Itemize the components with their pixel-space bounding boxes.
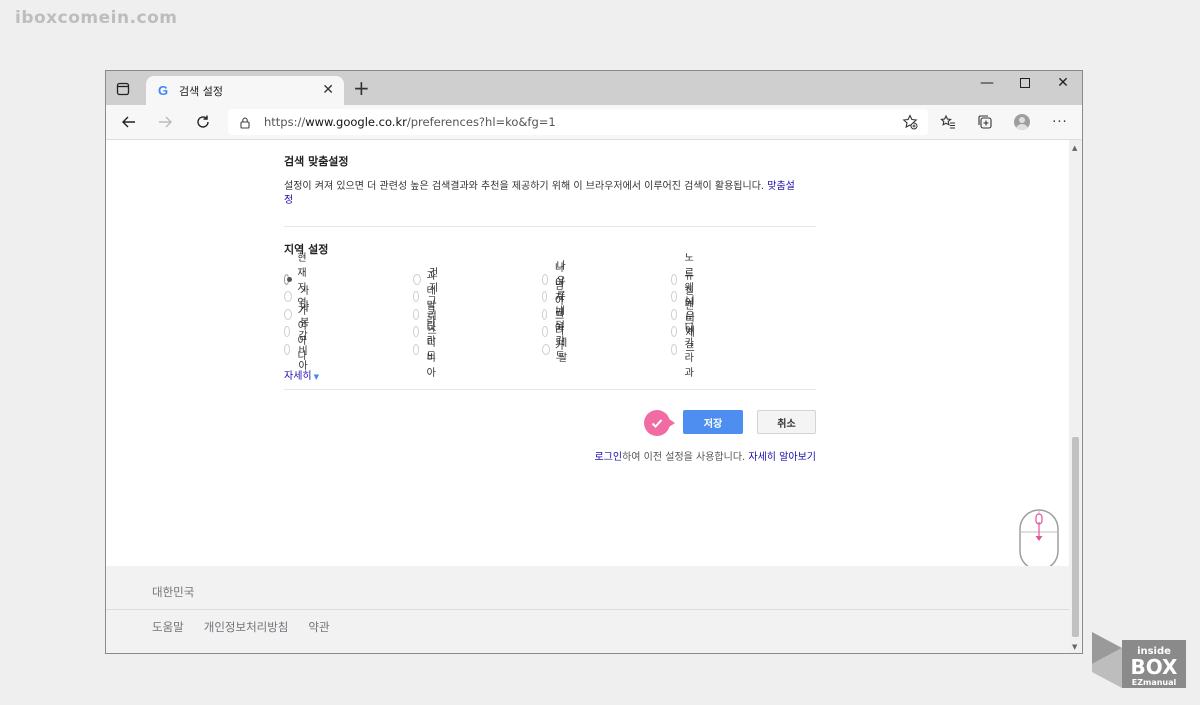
url-text[interactable]: https://www.google.co.kr/preferences?hl=… xyxy=(264,115,556,129)
region-radio[interactable] xyxy=(284,291,292,302)
region-option[interactable]: 네팔 xyxy=(542,338,570,364)
personalization-description: 설정이 켜져 있으면 더 관련성 높은 검색결과와 추천을 제공하기 위해 이 … xyxy=(284,181,795,206)
region-radio[interactable] xyxy=(413,343,419,355)
region-radio[interactable] xyxy=(413,273,421,285)
svg-text:EZmanual: EZmanual xyxy=(1132,678,1177,687)
maximize-button[interactable] xyxy=(1006,71,1044,95)
scroll-up-icon[interactable]: ▲ xyxy=(1072,144,1077,152)
region-radio[interactable] xyxy=(542,326,548,337)
personalization-heading: 검색 맞춤설정 xyxy=(284,155,349,168)
region-radio[interactable] xyxy=(413,308,420,320)
svg-text:BOX: BOX xyxy=(1131,655,1179,679)
forward-icon[interactable] xyxy=(154,111,176,133)
title-bar: G 검색 설정 ✕ + — ✕ xyxy=(106,71,1082,105)
region-more-link[interactable]: 자세히 ▼ xyxy=(284,367,319,382)
footer-link[interactable]: 약관 xyxy=(308,619,329,635)
section-divider-2 xyxy=(284,389,816,390)
tab-title: 검색 설정 xyxy=(179,84,223,98)
minimize-button[interactable]: — xyxy=(968,71,1006,95)
scrollbar-thumb[interactable] xyxy=(1072,437,1079,637)
region-radio[interactable] xyxy=(284,343,291,355)
region-label: 감비아 xyxy=(298,330,308,372)
login-note: 로그인하여 이전 설정을 사용합니다. 자세히 알아보기 xyxy=(594,452,816,463)
region-option[interactable]: 감비아 xyxy=(284,331,312,372)
region-radio[interactable] xyxy=(542,291,547,302)
region-radio[interactable] xyxy=(284,308,292,320)
region-radio[interactable] xyxy=(542,343,550,355)
region-label: 네팔 xyxy=(557,338,568,364)
browser-window: G 검색 설정 ✕ + — ✕ https://www.google.co.kr… xyxy=(105,70,1083,654)
region-label: 나미비아 xyxy=(426,323,436,379)
tab-actions-icon[interactable] xyxy=(116,81,130,96)
footer-links: 도움말 개인정보처리방침 약관 xyxy=(152,619,330,635)
lock-icon[interactable] xyxy=(238,115,252,129)
region-radio[interactable] xyxy=(671,326,678,337)
region-option[interactable]: 나미비아 xyxy=(413,323,441,379)
site-watermark: iboxcomein.com xyxy=(15,8,178,28)
footer-link[interactable]: 개인정보처리방침 xyxy=(204,619,289,635)
browser-tab[interactable]: G 검색 설정 ✕ xyxy=(146,76,344,105)
check-badge-icon xyxy=(644,410,675,436)
footer-link[interactable]: 도움말 xyxy=(152,619,184,635)
insidebox-logo: inside BOX EZmanual xyxy=(1090,630,1188,690)
collections-icon[interactable] xyxy=(975,112,995,132)
add-favorite-icon[interactable] xyxy=(902,114,918,134)
more-options-icon[interactable]: ··· xyxy=(1050,112,1070,132)
address-bar[interactable]: https://www.google.co.kr/preferences?hl=… xyxy=(228,109,928,135)
region-option[interactable]: 니카라과 xyxy=(671,323,699,379)
back-icon[interactable] xyxy=(118,111,140,133)
page-content: 검색 맞춤설정 설정이 켜져 있으면 더 관련성 높은 검색결과와 추천을 제공… xyxy=(106,140,1070,653)
footer-divider xyxy=(106,609,1070,610)
browser-toolbar: https://www.google.co.kr/preferences?hl=… xyxy=(106,105,1082,140)
profile-avatar[interactable] xyxy=(1012,112,1032,132)
new-tab-icon[interactable]: + xyxy=(353,78,370,98)
region-label: 니카라과 xyxy=(684,323,694,379)
vertical-scrollbar[interactable]: ▲ ▼ xyxy=(1069,140,1082,653)
page-footer: 대한민국 도움말 개인정보처리방침 약관 xyxy=(106,566,1070,653)
scroll-down-icon[interactable]: ▼ xyxy=(1072,643,1077,651)
refresh-icon[interactable] xyxy=(192,111,214,133)
region-radio[interactable] xyxy=(413,291,419,302)
region-radio[interactable] xyxy=(284,326,290,337)
google-favicon-icon: G xyxy=(157,83,169,98)
region-radio[interactable] xyxy=(542,273,549,285)
region-radio[interactable] xyxy=(413,326,419,337)
section-divider xyxy=(284,226,816,227)
region-radio[interactable] xyxy=(671,343,677,355)
learn-more-link[interactable]: 자세히 알아보기 xyxy=(748,452,816,463)
region-radio[interactable] xyxy=(671,273,677,285)
favorites-icon[interactable] xyxy=(938,112,958,132)
region-radio[interactable] xyxy=(671,291,677,302)
login-link[interactable]: 로그인 xyxy=(594,452,622,463)
save-button[interactable]: 저장 xyxy=(683,410,743,434)
tab-close-icon[interactable]: ✕ xyxy=(322,83,334,97)
footer-country: 대한민국 xyxy=(152,585,195,599)
close-window-button[interactable]: ✕ xyxy=(1044,71,1082,95)
region-radio[interactable] xyxy=(542,308,547,320)
region-radio[interactable] xyxy=(284,273,293,285)
cancel-button[interactable]: 취소 xyxy=(757,410,816,434)
region-radio[interactable] xyxy=(671,308,678,320)
